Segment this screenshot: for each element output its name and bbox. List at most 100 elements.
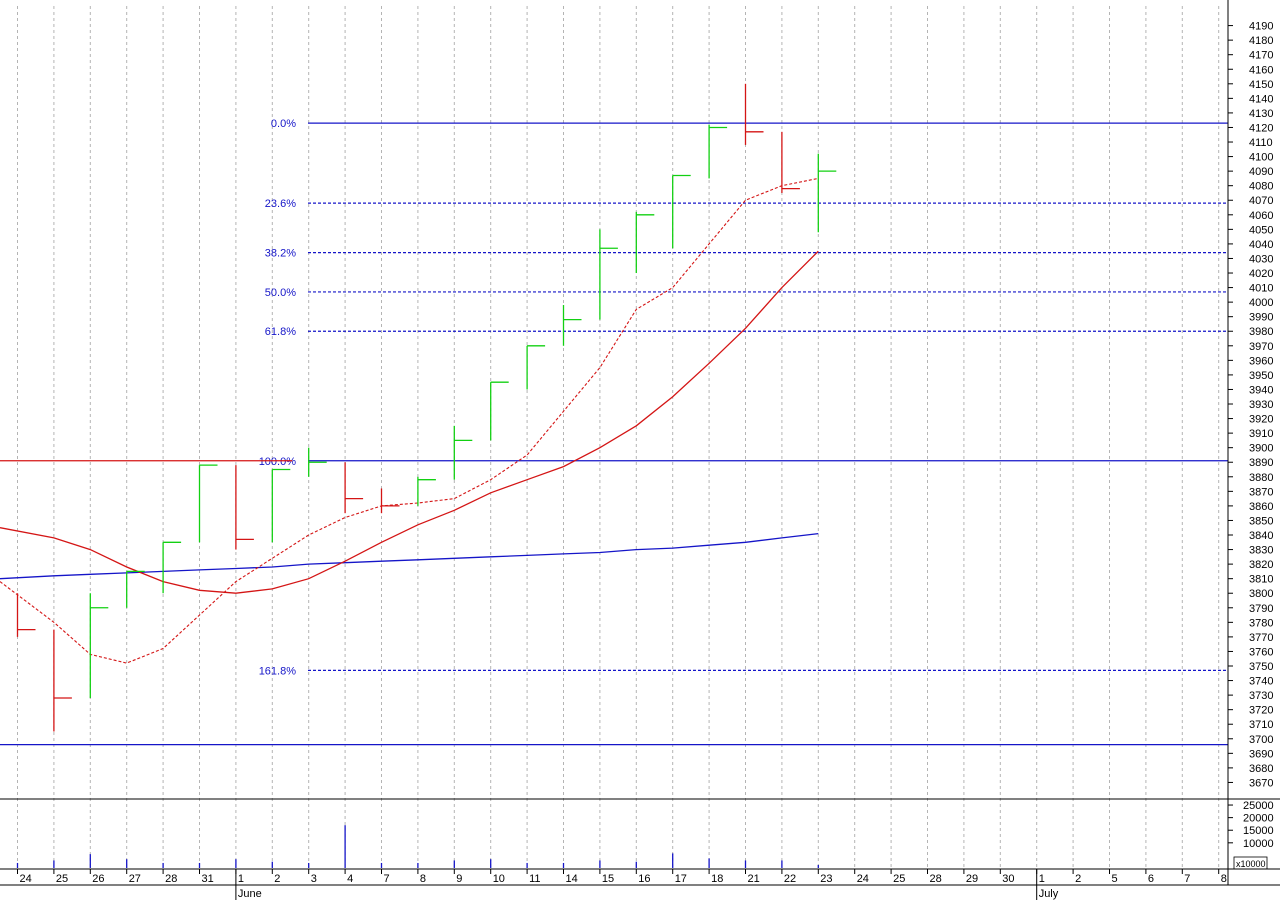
ma-medium-line: [0, 250, 819, 594]
x-tick-label: 1: [1039, 873, 1045, 885]
x-tick-label: 24: [857, 873, 869, 885]
y-tick-label: 4070: [1249, 195, 1273, 207]
fib-level-label: 61.8%: [265, 326, 296, 338]
y-tick-label: 3680: [1249, 763, 1273, 775]
y-tick-label: 3890: [1249, 457, 1273, 469]
y-tick-label: 3980: [1249, 326, 1273, 338]
y-axis: 3670 3680 3690 3700 3710 3720 3730 3740 3750 3760…: [1227, 0, 1274, 885]
fib-lines: 0.0% 23.6% 38.2% 50.0% 61.8% 100.0% 161.8%: [0, 118, 1228, 746]
x-tick-label: 17: [675, 873, 687, 885]
y-tick-label: 4120: [1249, 122, 1273, 134]
x-tick-label: 4: [347, 873, 353, 885]
y-tick-label: 4060: [1249, 210, 1273, 222]
x-tick-label: 23: [820, 873, 832, 885]
ma-short-line: [0, 177, 819, 664]
y-tick-label: 3860: [1249, 501, 1273, 513]
month-label: July: [1039, 888, 1059, 900]
volume-y-tick-label: 10000: [1243, 838, 1274, 850]
x-tick-label: 16: [638, 873, 650, 885]
x-tick-label: 1: [238, 873, 244, 885]
x-tick-label: 28: [165, 873, 177, 885]
y-tick-label: 3870: [1249, 486, 1273, 498]
y-tick-label: 3690: [1249, 748, 1273, 760]
x-tick-label: 26: [92, 873, 104, 885]
y-tick-label: 4000: [1249, 297, 1273, 309]
y-tick-label: 3950: [1249, 370, 1273, 382]
y-tick-label: 3850: [1249, 515, 1273, 527]
volume-y-tick-label: 20000: [1243, 813, 1274, 825]
fib-level-label: 0.0%: [271, 118, 296, 130]
y-tick-label: 3960: [1249, 355, 1273, 367]
y-tick-label: 3710: [1249, 719, 1273, 731]
x-tick-label: 2: [274, 873, 280, 885]
fib-level-label: 100.0%: [259, 456, 297, 468]
y-tick-label: 4150: [1249, 79, 1273, 91]
x-tick-label: 3: [311, 873, 317, 885]
y-tick-label: 4100: [1249, 152, 1273, 164]
y-tick-label: 4040: [1249, 239, 1273, 251]
y-tick-label: 3700: [1249, 734, 1273, 746]
x-tick-label: 10: [493, 873, 505, 885]
y-tick-label: 3790: [1249, 603, 1273, 615]
fib-level-label: 23.6%: [265, 198, 296, 210]
x-tick-label: 21: [748, 873, 760, 885]
y-tick-label: 4190: [1249, 21, 1273, 33]
y-tick-label: 3760: [1249, 646, 1273, 658]
y-tick-label: 4050: [1249, 224, 1273, 236]
y-tick-label: 4130: [1249, 108, 1273, 120]
y-tick-label: 4080: [1249, 181, 1273, 193]
price-bars: [16, 83, 837, 732]
x-tick-label: 24: [20, 873, 32, 885]
y-tick-label: 4170: [1249, 50, 1273, 62]
y-tick-label: 3770: [1249, 632, 1273, 644]
x-tick-label: 11: [529, 873, 540, 885]
x-tick-label: 5: [1112, 873, 1118, 885]
y-tick-label: 4020: [1249, 268, 1273, 280]
x-tick-label: 25: [56, 873, 68, 885]
y-tick-label: 3830: [1249, 545, 1273, 557]
y-tick-label: 3720: [1249, 705, 1273, 717]
y-tick-label: 3900: [1249, 443, 1273, 455]
x-tick-label: 27: [129, 873, 141, 885]
y-tick-label: 4160: [1249, 64, 1273, 76]
x-tick-label: 31: [202, 873, 214, 885]
x-tick-label: 2: [1075, 873, 1081, 885]
x-tick-label: 6: [1148, 873, 1154, 885]
fib-level-label: 38.2%: [265, 248, 296, 260]
fib-level-label: 161.8%: [259, 665, 297, 677]
volume-y-tick-label: 25000: [1243, 800, 1274, 812]
y-tick-label: 3840: [1249, 530, 1273, 542]
x-tick-label: 8: [420, 873, 426, 885]
y-tick-label: 3800: [1249, 588, 1273, 600]
y-tick-label: 3880: [1249, 472, 1273, 484]
moving-averages: [0, 177, 819, 664]
fib-level-label: 50.0%: [265, 287, 296, 299]
volume-y-tick-label: 15000: [1243, 825, 1274, 837]
x-tick-label: 15: [602, 873, 614, 885]
x-tick-label: 9: [456, 873, 462, 885]
y-tick-label: 3730: [1249, 690, 1273, 702]
y-tick-label: 3810: [1249, 574, 1273, 586]
y-tick-label: 4010: [1249, 283, 1273, 295]
y-tick-label: 3740: [1249, 676, 1273, 688]
y-tick-label: 3990: [1249, 312, 1273, 324]
y-tick-label: 4110: [1249, 137, 1273, 149]
y-tick-label: 3920: [1249, 414, 1273, 426]
x-tick-label: 7: [384, 873, 390, 885]
x-tick-label: 7: [1184, 873, 1190, 885]
x-tick-label: 28: [930, 873, 942, 885]
y-tick-label: 3820: [1249, 559, 1273, 571]
x-tick-label: 29: [966, 873, 978, 885]
x-tick-label: 18: [711, 873, 723, 885]
x-tick-label: 22: [784, 873, 796, 885]
y-tick-label: 4090: [1249, 166, 1273, 178]
y-tick-label: 3910: [1249, 428, 1273, 440]
y-tick-label: 3780: [1249, 617, 1273, 629]
y-tick-label: 3750: [1249, 661, 1273, 673]
y-tick-label: 4140: [1249, 93, 1273, 105]
x-tick-label: 14: [566, 873, 578, 885]
ma-long-line: [0, 532, 819, 580]
y-tick-label: 3970: [1249, 341, 1273, 353]
x-tick-label: 8: [1221, 873, 1227, 885]
y-tick-label: 3930: [1249, 399, 1273, 411]
